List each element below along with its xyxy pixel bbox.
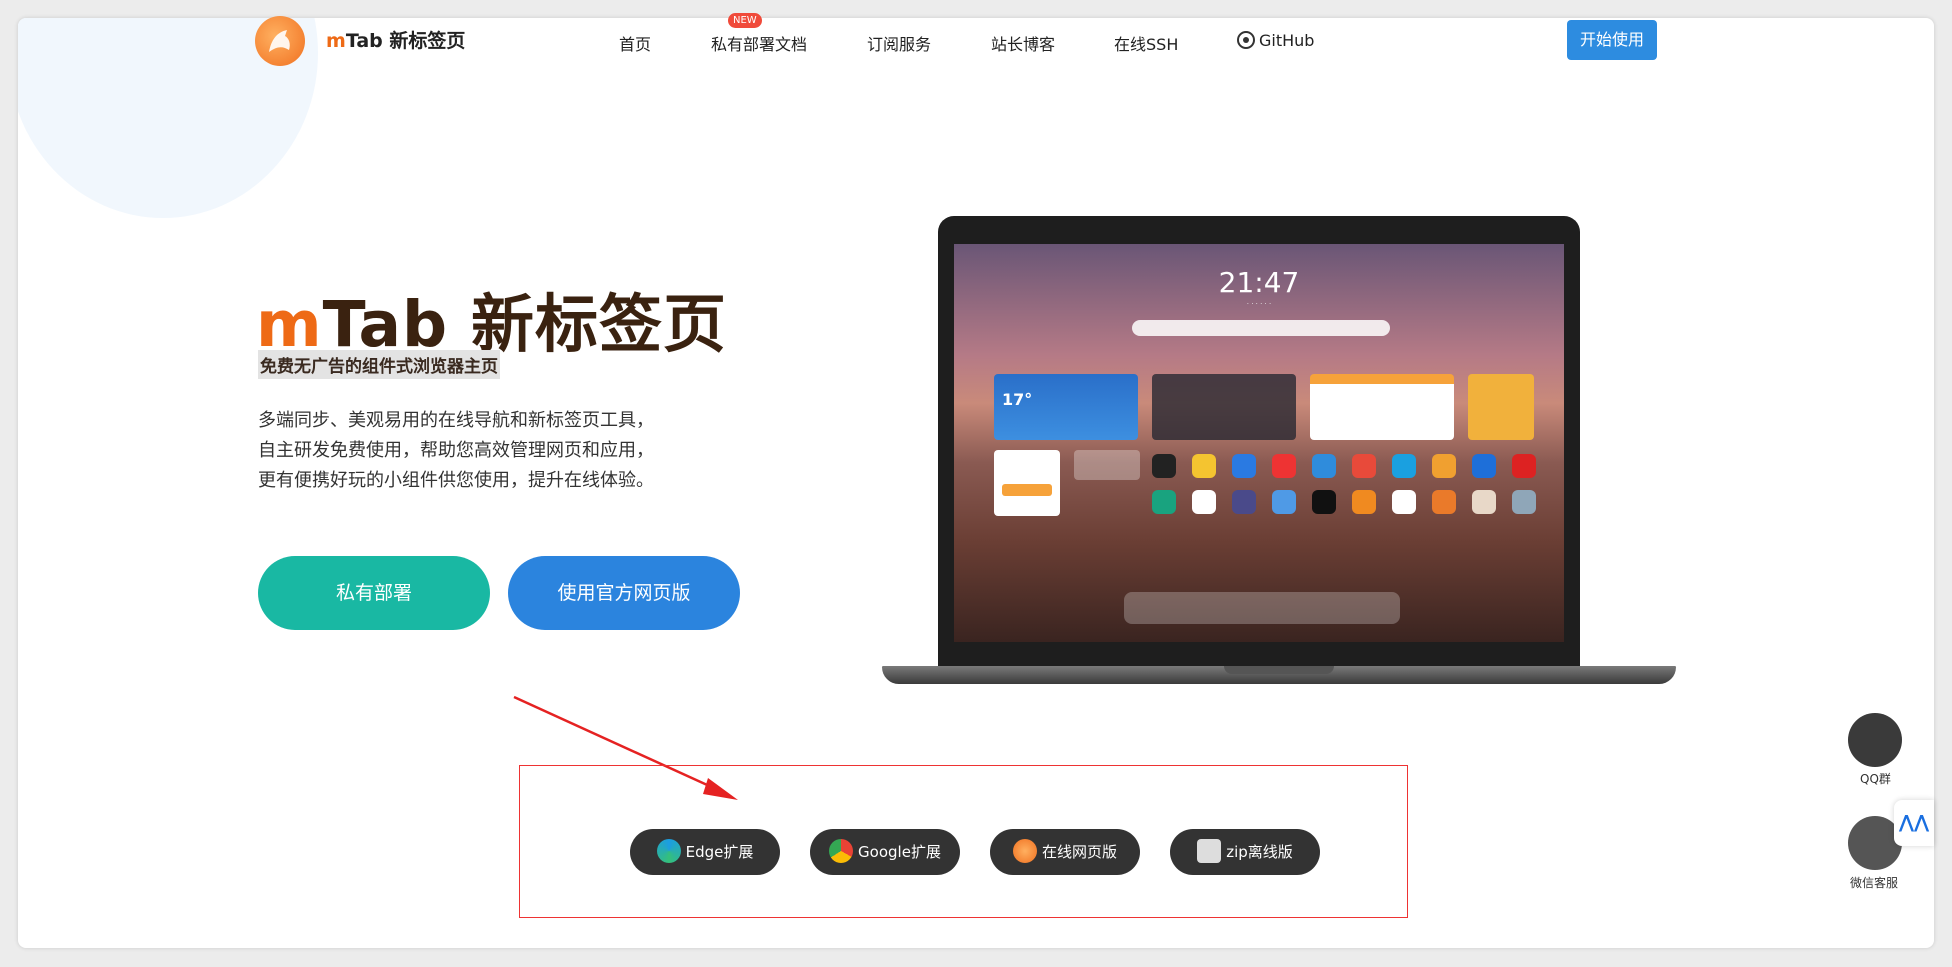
chrome-extension-button[interactable]: Google扩展	[810, 829, 960, 875]
online-web-button[interactable]: 在线网页版	[990, 829, 1140, 875]
qq-avatar-icon[interactable]	[1848, 713, 1902, 767]
mtab-icon	[1012, 839, 1037, 863]
wechat-support-label[interactable]: 微信客服	[1850, 874, 1898, 891]
zip-offline-button[interactable]: zip离线版	[1170, 829, 1320, 875]
puzzle-icon	[1197, 839, 1222, 863]
edge-extension-button[interactable]: Edge扩展	[630, 829, 780, 875]
edge-icon	[656, 839, 681, 863]
chrome-icon	[829, 839, 854, 863]
ai-icon[interactable]: ⋀⋀	[1894, 800, 1934, 846]
qq-group-label[interactable]: QQ群	[1860, 770, 1891, 787]
